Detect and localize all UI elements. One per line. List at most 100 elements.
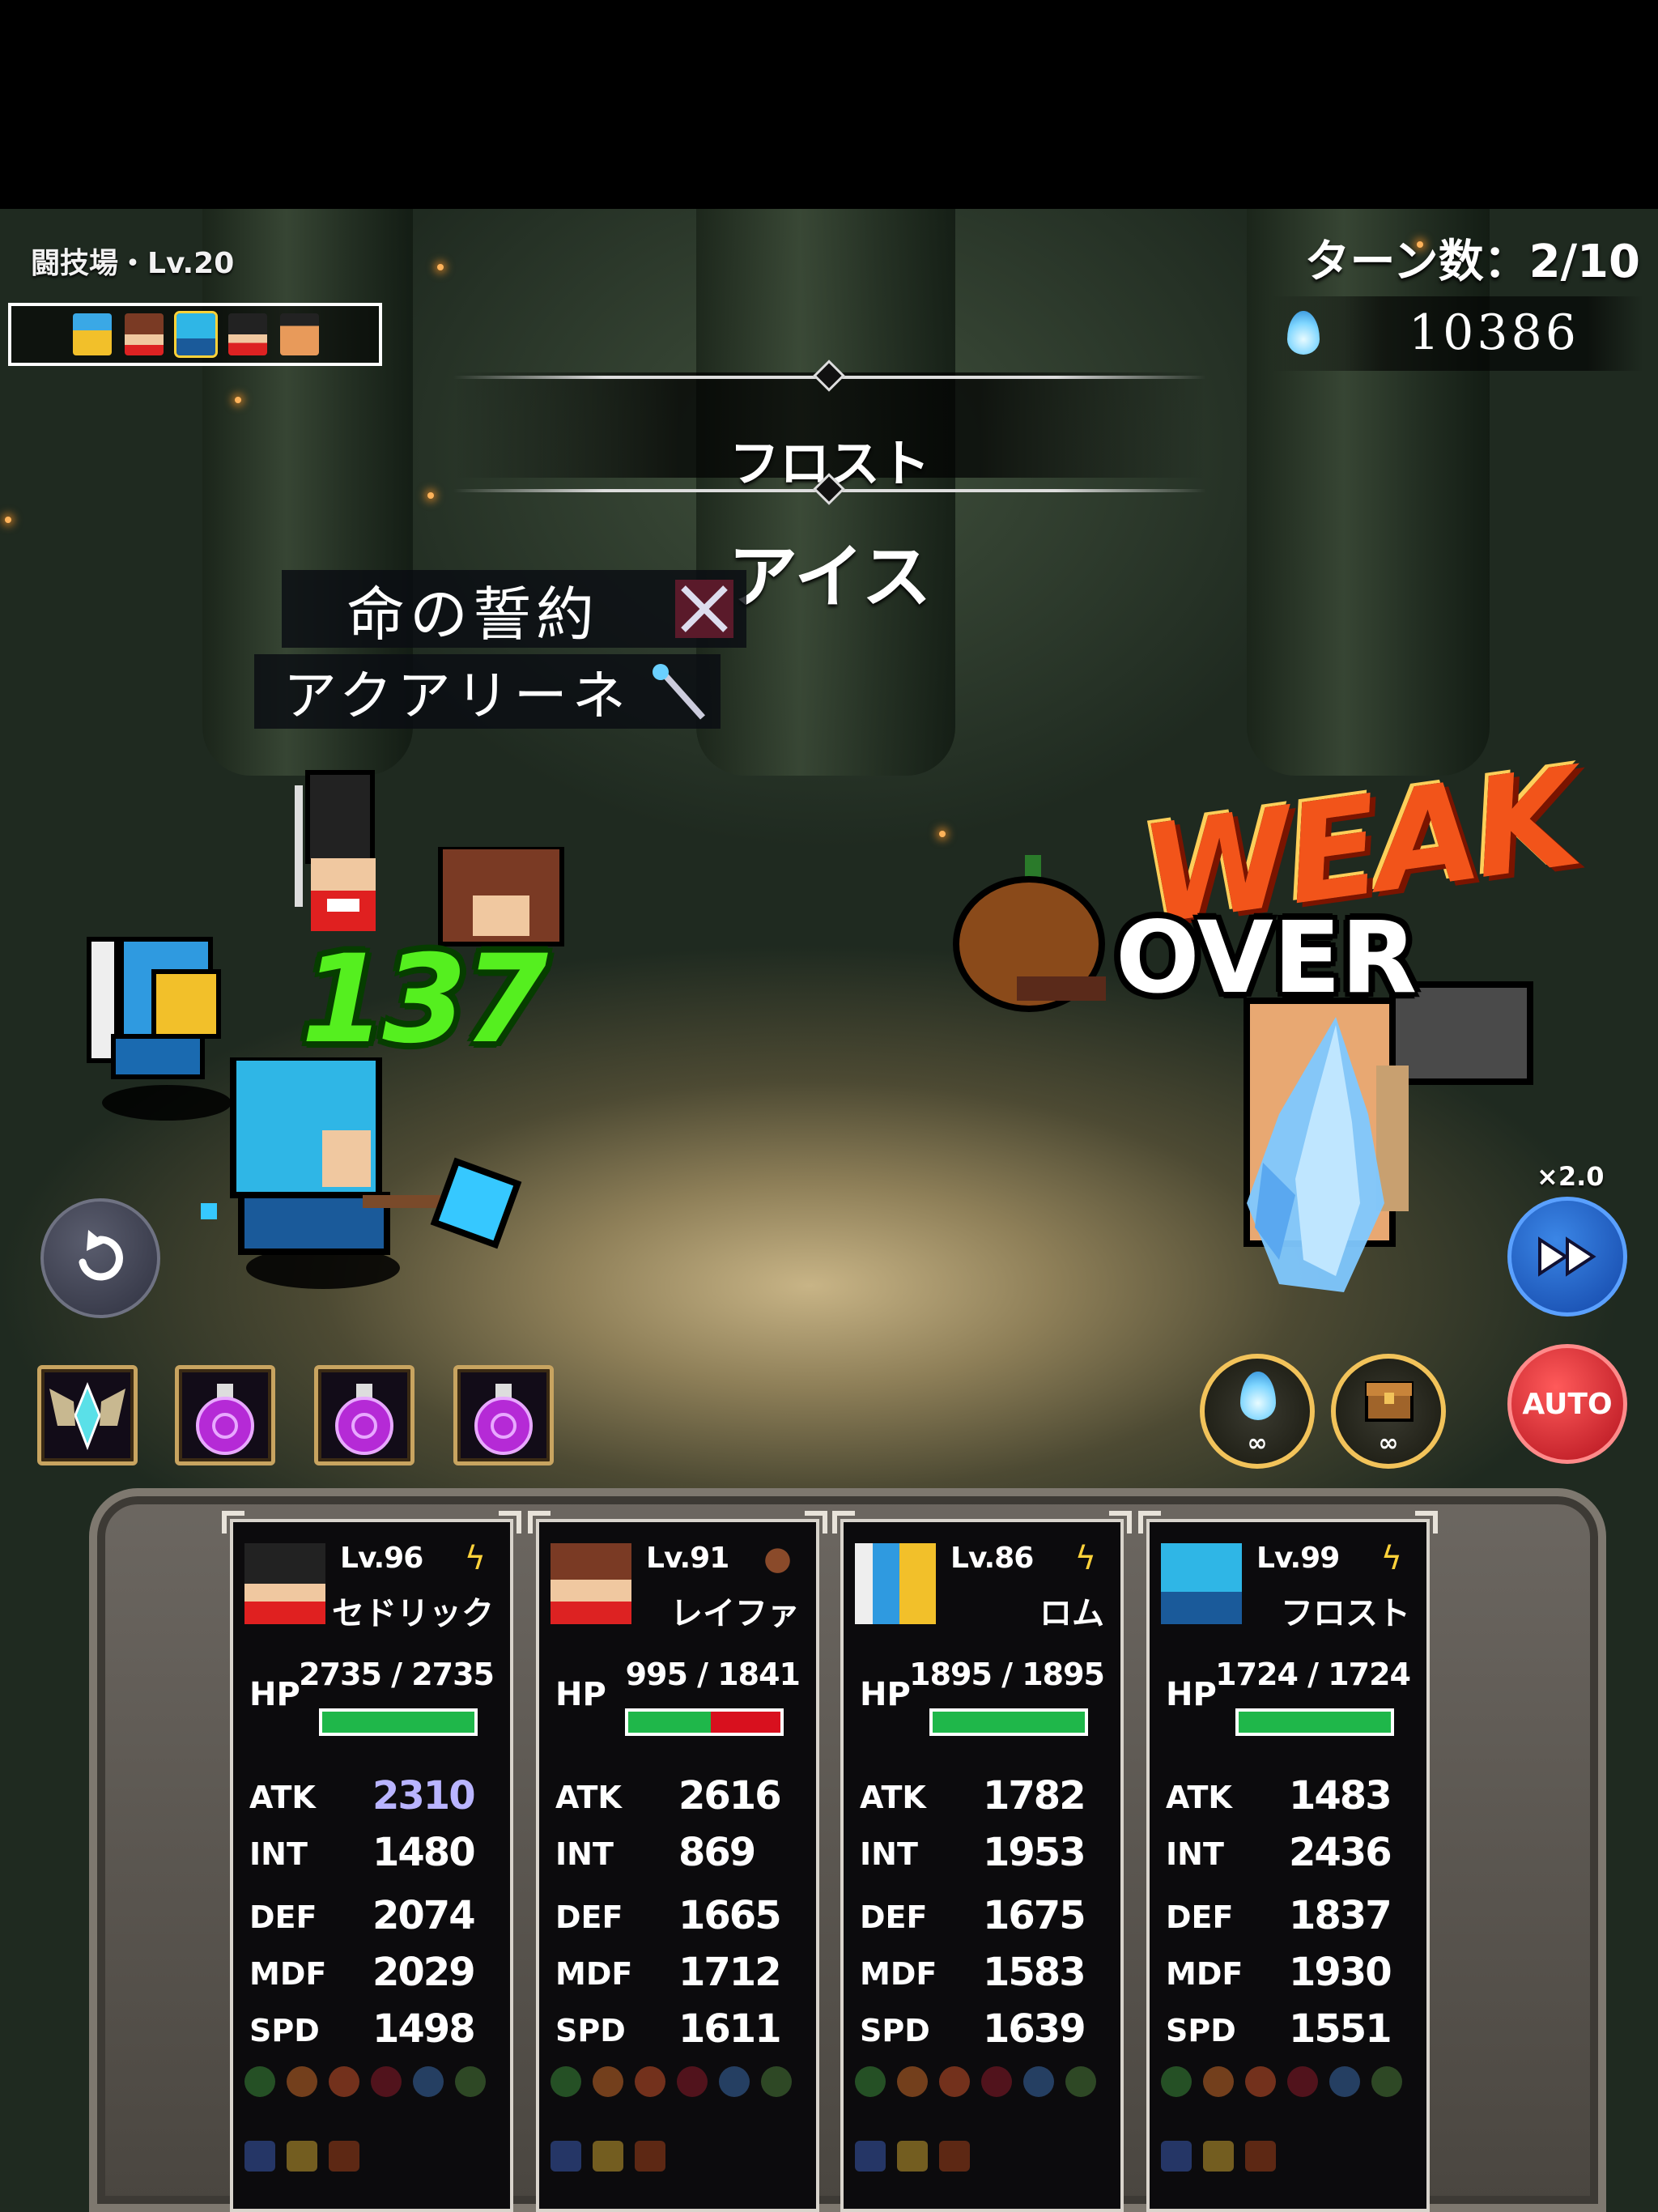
stat-label-int: INT [860, 1836, 918, 1872]
party-member-card[interactable]: Lv.96 ϟ セドリック HP 2735 / 2735 ATK 2310 INT 1480 DE… [222, 1511, 521, 2212]
stat-label-mdf: MDF [860, 1956, 937, 1992]
resistance-icon [1023, 2066, 1054, 2097]
consumable-water-flame[interactable]: ∞ [1200, 1354, 1315, 1469]
turn-counter: ターン数：2/10 [1304, 236, 1640, 288]
resistance-icon [1161, 2066, 1192, 2097]
resistance-icons [551, 2066, 792, 2097]
stat-value-spd: 1498 [372, 2006, 476, 2052]
turn-order-bar [8, 303, 382, 366]
member-level: Lv.99 [1256, 1542, 1340, 1575]
stat-value-atk: 2310 [372, 1773, 476, 1819]
frost-sprite [201, 1057, 522, 1255]
stat-value-int: 1480 [372, 1830, 476, 1875]
buff-icon [287, 2141, 317, 2172]
buff-icon [244, 2141, 275, 2172]
member-name: ロム [1039, 1595, 1104, 1632]
rom-avatar [73, 313, 112, 355]
member-hp-value: 995 / 1841 [625, 1657, 801, 1692]
resistance-icon [855, 2066, 886, 2097]
item-slot[interactable] [175, 1365, 275, 1465]
ember-particle [235, 397, 241, 403]
resistance-icon [244, 2066, 275, 2097]
undo-icon [79, 1230, 123, 1281]
stat-label-hp: HP [860, 1676, 911, 1713]
stat-label-def: DEF [1166, 1899, 1234, 1935]
frost-avatar [174, 311, 218, 358]
stat-label-int: INT [555, 1836, 614, 1872]
hp-bar [625, 1708, 784, 1736]
ember-particle [5, 517, 11, 523]
stat-value-int: 2436 [1289, 1830, 1392, 1875]
lightning-icon: ϟ [1074, 1540, 1096, 1577]
acting-unit-banner: フロスト [453, 359, 1206, 505]
stat-value-int: 1953 [983, 1830, 1086, 1875]
resistance-icon [287, 2066, 317, 2097]
item-slot[interactable] [314, 1365, 414, 1465]
resistance-icon [635, 2066, 665, 2097]
stat-value-spd: 1551 [1289, 2006, 1392, 2052]
stat-label-spd: SPD [860, 2013, 930, 2048]
stat-value-mdf: 1712 [678, 1950, 782, 1995]
member-name: セドリック [332, 1595, 494, 1632]
stat-value-mdf: 1583 [983, 1950, 1086, 1995]
hp-bar [929, 1708, 1088, 1736]
resistance-icon [719, 2066, 750, 2097]
stat-label-int: INT [1166, 1836, 1224, 1872]
stat-label-spd: SPD [249, 2013, 320, 2048]
ice-crystal-effect [1247, 1017, 1384, 1292]
background-pillar [1247, 209, 1490, 776]
stat-label-mdf: MDF [555, 1956, 633, 1992]
buff-icon [855, 2141, 886, 2172]
stat-label-def: DEF [860, 1899, 928, 1935]
member-portrait [244, 1543, 325, 1624]
resistance-icon [1371, 2066, 1402, 2097]
stat-value-int: 869 [678, 1830, 756, 1875]
party-member-card[interactable]: Lv.99 ϟ フロスト HP 1724 / 1724 ATK 1483 INT 2436 DEF… [1138, 1511, 1438, 2212]
stat-label-def: DEF [249, 1899, 317, 1935]
member-name: レイファ [670, 1595, 800, 1632]
stat-value-mdf: 2029 [372, 1950, 476, 1995]
stat-value-atk: 1483 [1289, 1773, 1392, 1819]
lightning-icon: ϟ [1380, 1540, 1402, 1577]
ember-particle [939, 831, 946, 837]
damage-number: 137 [301, 929, 548, 1070]
item-slot[interactable] [37, 1365, 138, 1465]
consumable-treasure-chest[interactable]: ∞ [1331, 1354, 1446, 1469]
resistance-icons [1161, 2066, 1402, 2097]
stat-label-atk: ATK [249, 1780, 316, 1815]
water-flame-icon [1287, 311, 1320, 355]
resistance-icon [981, 2066, 1012, 2097]
earth-icon: ● [763, 1540, 792, 1577]
cedric-avatar [228, 313, 267, 355]
party-member-card[interactable]: Lv.91 ● レイファ HP 995 / 1841 ATK 2616 INT 869 DEF 16… [528, 1511, 827, 2212]
resistance-icon [1245, 2066, 1276, 2097]
hp-bar-fill [933, 1712, 1085, 1733]
buff-icon [635, 2141, 665, 2172]
party-member-card[interactable]: Lv.86 ϟ ロム HP 1895 / 1895 ATK 1782 INT 1953 DEF 16… [832, 1511, 1132, 2212]
auto-battle-button[interactable]: AUTO [1507, 1344, 1627, 1464]
resistance-icon [593, 2066, 623, 2097]
stat-value-def: 1837 [1289, 1893, 1392, 1938]
consumable-count: ∞ [1247, 1429, 1268, 1457]
undo-button[interactable] [40, 1198, 160, 1318]
stat-value-def: 2074 [372, 1893, 476, 1938]
purple-potion-icon [196, 1384, 254, 1455]
item-slot[interactable] [453, 1365, 554, 1465]
stat-label-spd: SPD [1166, 2013, 1236, 2048]
buff-icon [1161, 2141, 1192, 2172]
member-portrait [551, 1543, 631, 1624]
stat-label-mdf: MDF [1166, 1956, 1244, 1992]
resistance-icon [897, 2066, 928, 2097]
buff-icons [1161, 2141, 1276, 2172]
member-level: Lv.96 [340, 1542, 423, 1575]
fast-forward-button[interactable] [1507, 1197, 1627, 1317]
buff-icon [551, 2141, 581, 2172]
buff-icon [1203, 2141, 1234, 2172]
stat-value-mdf: 1930 [1289, 1950, 1392, 1995]
stat-label-atk: ATK [555, 1780, 622, 1815]
fast-forward-icon [1538, 1236, 1596, 1277]
buff-icon [329, 2141, 359, 2172]
buff-icons [551, 2141, 665, 2172]
stat-label-int: INT [249, 1836, 308, 1872]
stat-label-atk: ATK [1166, 1780, 1232, 1815]
